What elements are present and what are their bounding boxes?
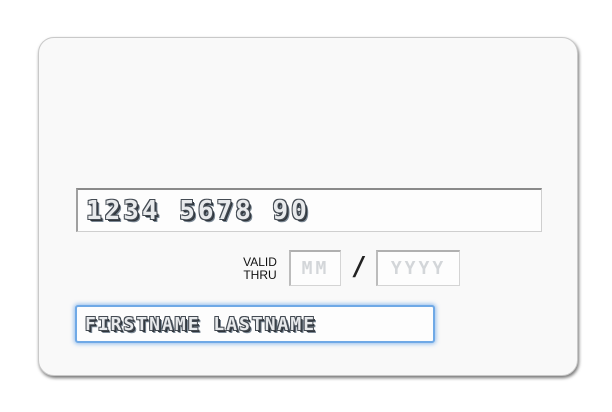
cardholder-name-field[interactable]: FIRSTNAME LASTNAME [75,305,435,343]
expiry-month-placeholder: MM [301,258,330,279]
card-number-field[interactable]: 1234 5678 90 [76,188,542,232]
card-number-value: 1234 5678 90 [86,195,310,226]
expiry-month-field[interactable]: MM [289,250,341,286]
expiry-separator: / [351,252,367,282]
cardholder-name-value: FIRSTNAME LASTNAME [85,313,317,335]
valid-label-line2: THRU [243,268,277,282]
credit-card: 1234 5678 90 VALID THRU MM / YYYY FIRSTN… [38,37,578,376]
expiry-year-placeholder: YYYY [390,258,447,279]
expiry-year-field[interactable]: YYYY [376,250,460,286]
valid-thru-label: VALID THRU [239,256,281,282]
